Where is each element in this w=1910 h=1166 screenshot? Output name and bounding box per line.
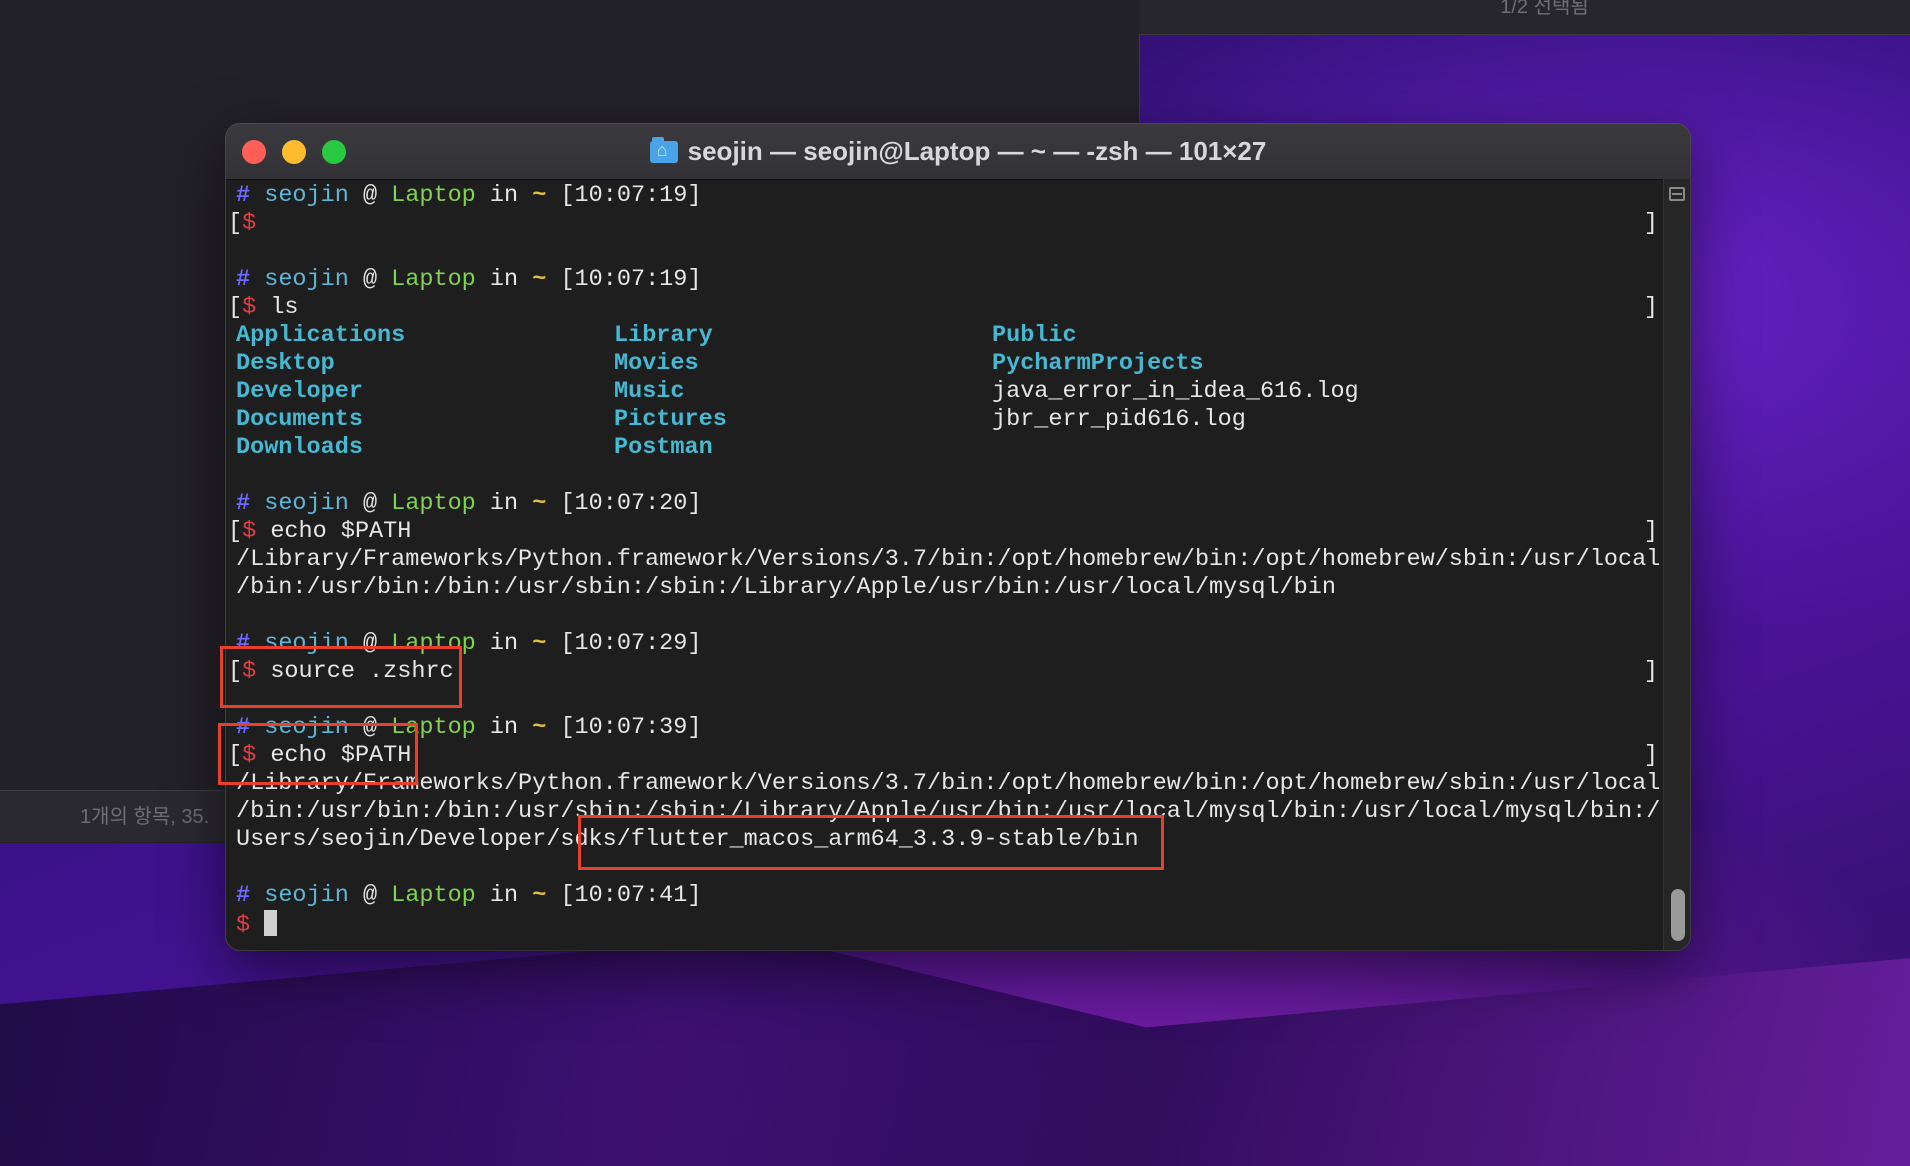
prompt-line: # seojin @ Laptop in ~ [10:07:20] xyxy=(236,490,701,518)
command-line: [$ echo $PATH] xyxy=(228,742,1658,769)
active-command-line[interactable]: $ xyxy=(236,910,278,939)
prompt-time: [10:07:20] xyxy=(560,490,702,517)
prompt-at: @ xyxy=(362,882,378,909)
prompt-at: @ xyxy=(362,182,378,209)
output-line: /bin:/usr/bin:/bin:/usr/sbin:/sbin:/Libr… xyxy=(236,798,1661,825)
prompt-time: [10:07:19] xyxy=(560,182,702,209)
command-line: [$ echo $PATH] xyxy=(228,518,1658,545)
prompt-dollar: $ xyxy=(242,742,257,769)
prompt-hash: # xyxy=(236,630,251,657)
ls-entry: Applications xyxy=(236,322,406,349)
ls-entry: java_error_in_idea_616.log xyxy=(992,378,1359,405)
prompt-user: seojin xyxy=(264,266,349,293)
ls-entry: Postman xyxy=(614,434,713,461)
scroll-thumb[interactable] xyxy=(1671,889,1685,941)
desktop-wallpaper xyxy=(0,935,1910,1166)
prompt-dir: ~ xyxy=(532,266,547,293)
prompt-dir: ~ xyxy=(532,630,547,657)
command-text: echo $PATH xyxy=(270,742,412,769)
prompt-at: @ xyxy=(362,714,378,741)
output-line: Users/seojin/Developer/sdks/flutter_maco… xyxy=(236,826,1139,853)
title-bar[interactable]: seojin — seojin@Laptop — ~ — -zsh — 101×… xyxy=(226,124,1690,180)
command-line: [$] xyxy=(228,210,1658,237)
prompt-at: @ xyxy=(362,630,378,657)
home-folder-icon xyxy=(649,137,678,163)
prompt-host: Laptop xyxy=(391,630,476,657)
prompt-user: seojin xyxy=(264,882,349,909)
prompt-dir: ~ xyxy=(532,490,547,517)
prompt-user: seojin xyxy=(264,630,349,657)
prompt-dir: ~ xyxy=(532,714,547,741)
prompt-user: seojin xyxy=(264,182,349,209)
ls-entry: Desktop xyxy=(236,350,335,377)
prompt-line: # seojin @ Laptop in ~ [10:07:39] xyxy=(236,714,701,742)
command-line: [$ ls] xyxy=(228,294,1658,321)
prompt-hash: # xyxy=(236,714,251,741)
prompt-line: # seojin @ Laptop in ~ [10:07:19] xyxy=(236,182,701,210)
prompt-dir: ~ xyxy=(532,182,547,209)
text-cursor xyxy=(264,910,278,936)
prompt-in: in xyxy=(489,182,519,209)
ls-entry: PycharmProjects xyxy=(992,350,1204,377)
command-text: source .zshrc xyxy=(270,658,454,685)
ls-entry: jbr_err_pid616.log xyxy=(992,406,1246,433)
prompt-in: in xyxy=(489,266,519,293)
ls-entry: Library xyxy=(614,322,713,349)
prompt-dollar: $ xyxy=(242,294,257,321)
prompt-user: seojin xyxy=(264,714,349,741)
prompt-at: @ xyxy=(362,266,378,293)
window-title-text: seojin — seojin@Laptop — ~ — -zsh — 101×… xyxy=(687,136,1267,166)
command-text: ls xyxy=(270,294,299,321)
terminal-window[interactable]: seojin — seojin@Laptop — ~ — -zsh — 101×… xyxy=(226,124,1690,950)
command-line: [$ source .zshrc] xyxy=(228,658,1658,685)
prompt-line: # seojin @ Laptop in ~ [10:07:29] xyxy=(236,630,701,658)
prompt-host: Laptop xyxy=(391,714,476,741)
ls-entry: Movies xyxy=(614,350,699,377)
background-selection-status: 1/2 선택됨 xyxy=(1500,0,1589,18)
prompt-in: in xyxy=(489,882,519,909)
command-text: echo $PATH xyxy=(270,518,412,545)
output-line: /Library/Frameworks/Python.framework/Ver… xyxy=(236,546,1661,573)
vertical-scrollbar[interactable] xyxy=(1663,179,1690,950)
prompt-user: seojin xyxy=(264,490,349,517)
prompt-at: @ xyxy=(362,490,378,517)
ls-entry: Downloads xyxy=(236,434,363,461)
ls-entry: Developer xyxy=(236,378,363,405)
ls-entry: Public xyxy=(992,322,1077,349)
prompt-hash: # xyxy=(236,182,251,209)
split-pane-icon[interactable] xyxy=(1669,187,1685,201)
prompt-hash: # xyxy=(236,266,251,293)
prompt-time: [10:07:19] xyxy=(560,266,702,293)
prompt-hash: # xyxy=(236,490,251,517)
output-line: /bin:/usr/bin:/bin:/usr/sbin:/sbin:/Libr… xyxy=(236,574,1336,601)
prompt-dollar: $ xyxy=(242,518,257,545)
prompt-host: Laptop xyxy=(391,490,476,517)
prompt-hash: # xyxy=(236,882,251,909)
prompt-dollar: $ xyxy=(236,912,251,939)
prompt-dollar: $ xyxy=(242,658,257,685)
prompt-time: [10:07:41] xyxy=(560,882,702,909)
ls-entry: Pictures xyxy=(614,406,727,433)
prompt-dir: ~ xyxy=(532,882,547,909)
prompt-time: [10:07:39] xyxy=(560,714,702,741)
prompt-in: in xyxy=(489,490,519,517)
prompt-in: in xyxy=(489,714,519,741)
prompt-line: # seojin @ Laptop in ~ [10:07:19] xyxy=(236,266,701,294)
prompt-host: Laptop xyxy=(391,182,476,209)
prompt-dollar: $ xyxy=(242,210,257,237)
prompt-line: # seojin @ Laptop in ~ [10:07:41] xyxy=(236,882,701,910)
prompt-in: in xyxy=(489,630,519,657)
window-title: seojin — seojin@Laptop — ~ — -zsh — 101×… xyxy=(226,124,1690,179)
output-line: /Library/Frameworks/Python.framework/Ver… xyxy=(236,770,1661,797)
prompt-host: Laptop xyxy=(391,266,476,293)
background-window-status-bar: 1/2 선택됨 xyxy=(1139,0,1910,35)
ls-entry: Music xyxy=(614,378,685,405)
prompt-host: Laptop xyxy=(391,882,476,909)
terminal-content[interactable]: # seojin @ Laptop in ~ [10:07:19] [$] # … xyxy=(228,182,1660,942)
prompt-time: [10:07:29] xyxy=(560,630,702,657)
ls-entry: Documents xyxy=(236,406,363,433)
